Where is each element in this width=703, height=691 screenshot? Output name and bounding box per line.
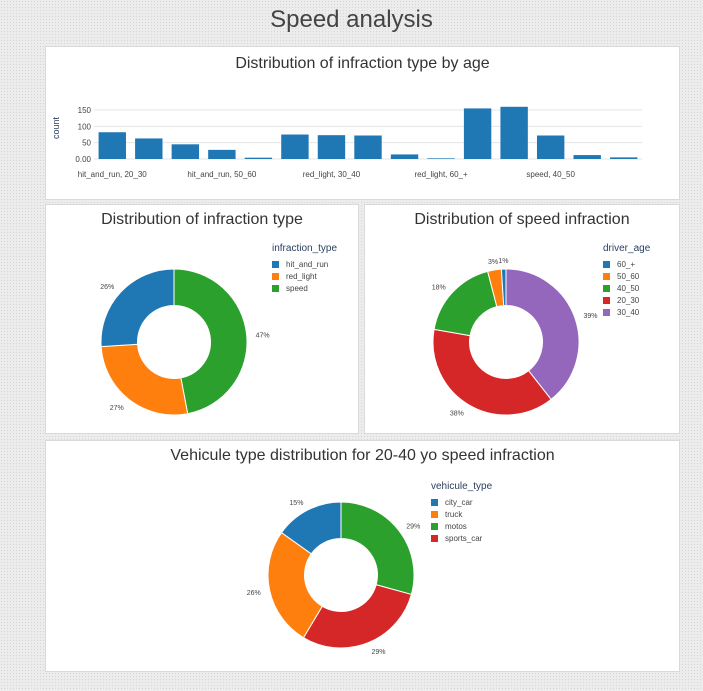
slice-label: 39% bbox=[583, 313, 597, 320]
slice-label: 26% bbox=[100, 284, 114, 291]
infraction-type-legend: infraction_type hit_and_run red_light sp… bbox=[272, 243, 337, 294]
slice-label: 3% bbox=[488, 259, 498, 266]
pie-slice[interactable] bbox=[302, 584, 412, 649]
vehicle-type-donut: 29% 29% 26% 15% bbox=[247, 500, 421, 656]
bar[interactable] bbox=[244, 157, 273, 159]
legend-label: speed bbox=[286, 283, 308, 293]
legend-item[interactable]: 30_40 bbox=[603, 306, 650, 318]
slice-label: 18% bbox=[432, 284, 446, 291]
bar[interactable] bbox=[171, 144, 200, 159]
legend-label: motos bbox=[445, 521, 467, 531]
slice-label: 38% bbox=[450, 410, 464, 417]
legend-label: 30_40 bbox=[617, 307, 640, 317]
bar[interactable] bbox=[354, 135, 382, 159]
slice-label: 15% bbox=[289, 500, 303, 507]
legend-title: vehicule_type bbox=[431, 481, 493, 492]
legend-label: city_car bbox=[445, 497, 473, 507]
legend-item[interactable]: speed bbox=[272, 282, 337, 294]
pie-slice[interactable] bbox=[433, 270, 498, 337]
legend-swatch bbox=[272, 284, 279, 292]
legend-item[interactable]: 60_+ bbox=[603, 258, 650, 270]
driver-age-legend: driver_age 60_+ 50_60 40_50 20_30 30_40 bbox=[603, 243, 650, 318]
x-tick-label: hit_and_run, 50_60 bbox=[187, 170, 257, 179]
y-tick-label: 0.00 bbox=[75, 155, 91, 164]
bar[interactable] bbox=[610, 157, 638, 159]
x-tick-label: hit_and_run, 20_30 bbox=[78, 170, 148, 179]
legend-item[interactable]: city_car bbox=[431, 496, 492, 508]
legend-swatch bbox=[272, 272, 279, 280]
y-axis-label: count bbox=[51, 116, 61, 139]
bar[interactable] bbox=[135, 138, 163, 159]
slice-label: 29% bbox=[406, 523, 420, 530]
legend-swatch bbox=[272, 260, 279, 268]
vehicle-type-panel: Vehicule type distribution for 20-40 yo … bbox=[45, 440, 680, 672]
legend-swatch bbox=[431, 522, 438, 530]
legend-swatch bbox=[603, 260, 610, 268]
legend-label: 50_60 bbox=[617, 271, 640, 281]
slice-label: 1% bbox=[498, 258, 508, 265]
y-tick-label: 100 bbox=[78, 122, 92, 131]
bar[interactable] bbox=[536, 135, 565, 159]
legend-item[interactable]: truck bbox=[431, 508, 492, 520]
bar[interactable] bbox=[98, 132, 126, 159]
pie-slice[interactable] bbox=[173, 268, 248, 415]
legend-label: hit_and_run bbox=[286, 259, 329, 269]
legend-title: infraction_type bbox=[272, 243, 338, 254]
legend-swatch bbox=[603, 296, 610, 304]
legend-title: driver_age bbox=[603, 243, 651, 254]
speed-infraction-panel: Distribution of speed infraction 39% 38% 1… bbox=[364, 204, 680, 434]
x-tick-label: red_light, 30_40 bbox=[303, 170, 361, 179]
slice-label: 47% bbox=[256, 332, 270, 339]
y-tick-label: 150 bbox=[78, 106, 92, 115]
y-tick-label: 50 bbox=[82, 139, 91, 148]
bar-chart-panel: Distribution of infraction type by age 0… bbox=[45, 46, 680, 200]
legend-swatch bbox=[431, 498, 438, 506]
legend-swatch bbox=[603, 284, 610, 292]
bar-chart: 0.00 50 100 150 count hit_and_run, 20_30 hit_a… bbox=[51, 106, 642, 179]
bar[interactable] bbox=[208, 149, 236, 159]
slice-label: 27% bbox=[110, 405, 124, 412]
legend-label: 60_+ bbox=[617, 259, 636, 269]
legend-item[interactable]: 40_50 bbox=[603, 282, 650, 294]
legend-label: sports_car bbox=[445, 533, 483, 543]
x-tick-label: red_light, 60_+ bbox=[414, 170, 467, 179]
page-title: Speed analysis bbox=[270, 6, 433, 33]
pie-slice[interactable] bbox=[340, 501, 415, 596]
bar[interactable] bbox=[500, 106, 528, 159]
legend-swatch bbox=[603, 272, 610, 280]
bar[interactable] bbox=[281, 134, 309, 159]
legend-label: truck bbox=[445, 509, 463, 519]
bar[interactable] bbox=[390, 154, 419, 159]
pie-slice[interactable] bbox=[100, 268, 175, 348]
legend-swatch bbox=[431, 510, 438, 518]
legend-label: 20_30 bbox=[617, 295, 640, 305]
infraction-type-donut: 47% 27% 26% bbox=[100, 268, 270, 416]
bar[interactable] bbox=[463, 108, 492, 159]
legend-label: 40_50 bbox=[617, 283, 640, 293]
legend-item[interactable]: 50_60 bbox=[603, 270, 650, 282]
legend-swatch bbox=[603, 308, 610, 316]
legend-item[interactable]: sports_car bbox=[431, 532, 492, 544]
x-tick-label: speed, 40_50 bbox=[526, 170, 575, 179]
legend-item[interactable]: motos bbox=[431, 520, 492, 532]
slice-label: 26% bbox=[247, 590, 261, 597]
bar[interactable] bbox=[317, 135, 346, 159]
speed-infraction-donut: 39% 38% 18% 3% 1% bbox=[432, 258, 598, 417]
vehicle-type-legend: vehicule_type city_car truck motos sport… bbox=[431, 481, 492, 544]
legend-item[interactable]: hit_and_run bbox=[272, 258, 337, 270]
infraction-type-panel: Distribution of infraction type 47% 27% 26… bbox=[45, 204, 359, 434]
legend-item[interactable]: 20_30 bbox=[603, 294, 650, 306]
bar[interactable] bbox=[427, 158, 455, 159]
legend-item[interactable]: red_light bbox=[272, 270, 337, 282]
legend-label: red_light bbox=[286, 271, 317, 281]
bar[interactable] bbox=[573, 155, 601, 159]
slice-label: 29% bbox=[371, 649, 385, 656]
legend-swatch bbox=[431, 534, 438, 542]
